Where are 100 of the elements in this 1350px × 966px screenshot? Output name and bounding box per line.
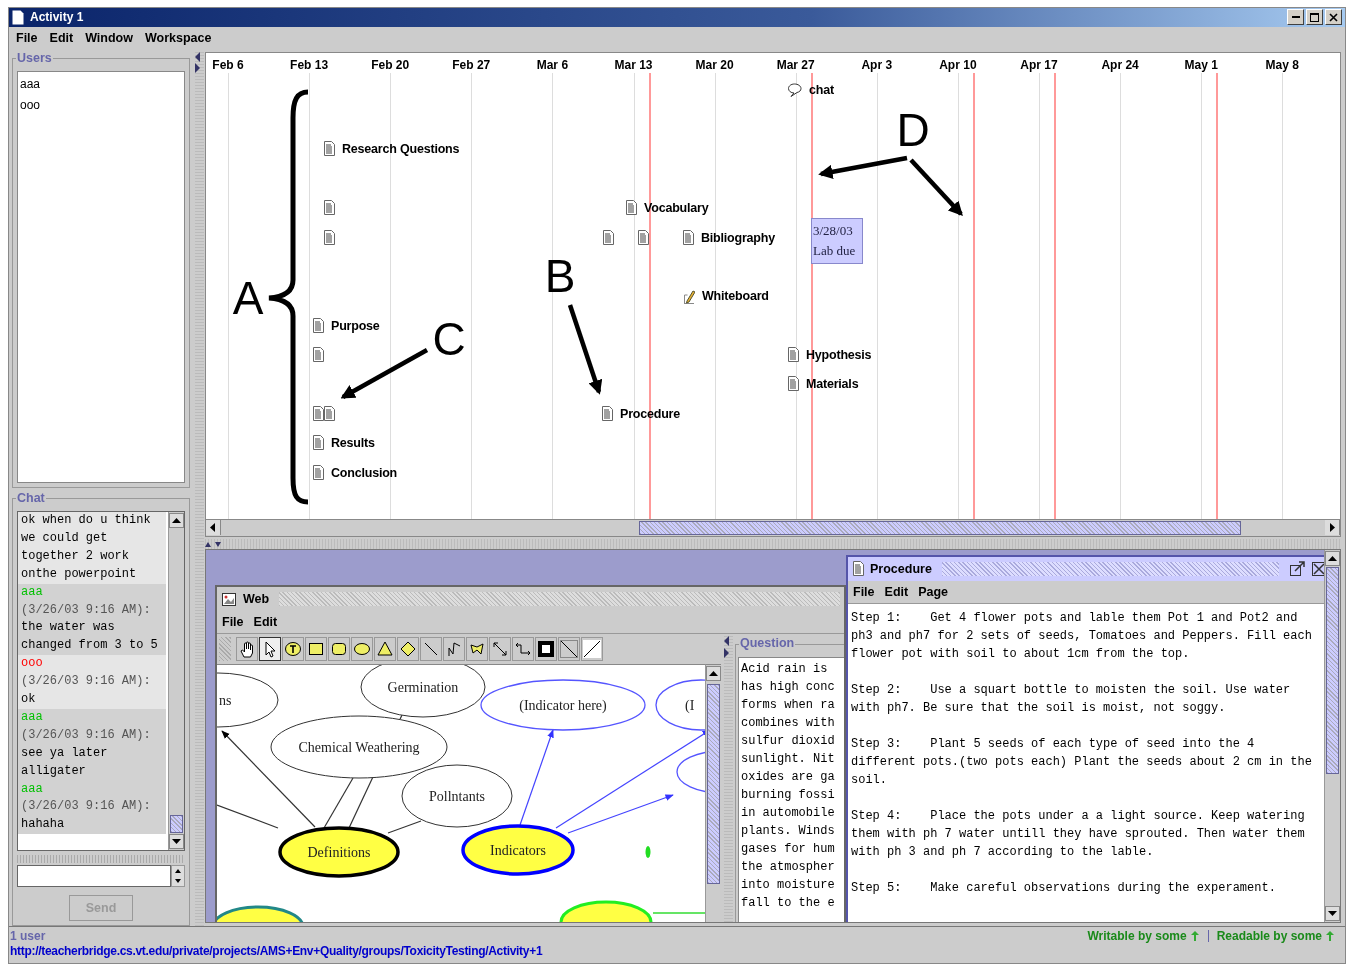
text-line: has high conc [741,678,836,696]
procedure-step: Step 3: Plant 5 seeds of each type of seed into the 4 different pots.(two pots each) Plant the seeds about 2 cm in the soil. [851,734,1323,789]
scroll-thumb[interactable] [1326,566,1339,774]
menu-item[interactable]: File [848,583,880,600]
date-label: Feb 13 [289,57,330,72]
document-icon[interactable] [312,435,324,451]
speech-bubble-icon[interactable] [787,82,802,97]
item-label[interactable]: Procedure [620,406,681,421]
menu-item[interactable]: Window [80,29,138,46]
document-icon[interactable] [787,376,799,392]
document-icon[interactable] [312,347,324,363]
document-icon[interactable] [637,230,649,246]
tool-button[interactable] [374,636,396,661]
triangle-icon [376,639,394,658]
menu-item[interactable]: Edit [44,29,79,46]
document-icon[interactable] [323,141,335,157]
menu-item[interactable]: Page [913,583,954,600]
minimize-button[interactable] [1287,9,1304,26]
expand-right-icon[interactable] [195,62,201,73]
item-label[interactable]: Hypothesis [806,347,872,362]
scroll-up-icon[interactable] [706,665,721,681]
tool-button[interactable] [581,636,603,661]
menu-item[interactable]: Edit [879,583,914,600]
scroll-thumb[interactable] [707,683,720,884]
document-icon[interactable] [625,200,637,216]
scroll-up-icon[interactable] [169,512,184,528]
item-label[interactable]: Vocabulary [644,200,709,215]
chat-username: ooo [21,655,44,673]
collapse-arrows-icon[interactable] [205,540,223,547]
tool-button[interactable] [397,636,419,661]
tool-button[interactable] [282,636,304,661]
document-icon[interactable] [323,230,335,246]
menu-item[interactable]: Edit [248,613,283,630]
document-icon[interactable] [312,406,324,422]
tool-button[interactable] [420,636,442,661]
scrollbar[interactable] [168,511,184,850]
procedure-step: Step 2: Use a squart bottle to moisten the soil. Use water with ph7. Be sure that the soil is moist, not soggy. [851,680,1323,717]
node-label: Chemical Weathering [298,739,420,755]
scroll-thumb[interactable] [639,520,1241,535]
document-icon[interactable] [602,230,614,246]
document-icon[interactable] [323,200,335,216]
menu-item[interactable]: File [217,613,249,630]
tool-button[interactable] [328,636,350,661]
scroll-down-icon[interactable] [169,833,184,849]
scroll-thumb[interactable] [170,814,183,833]
menu-item[interactable]: File [11,29,43,46]
document-icon[interactable] [323,406,335,422]
minimize-icon [1291,16,1300,19]
item-label[interactable]: Conclusion [331,465,398,480]
toolbar-grip[interactable] [219,636,231,661]
annotation-letter: C [432,312,466,365]
tool-button[interactable] [558,636,580,661]
date-label: Mar 6 [535,57,570,72]
spinner-icon[interactable] [171,864,185,887]
document-icon[interactable] [312,318,324,334]
expand-right-icon[interactable] [724,647,730,658]
item-label[interactable]: Materials [806,376,859,391]
tool-button[interactable] [466,636,488,661]
scroll-down-icon[interactable] [1325,906,1340,922]
thick-border-icon [537,639,555,658]
collapse-left-icon[interactable] [195,51,201,62]
maximize-button[interactable] [1306,9,1323,26]
document-icon[interactable] [601,406,613,422]
maximize-icon [1310,13,1319,22]
url-link[interactable]: http://teacherbridge.cs.vt.edu/private/projects/AMS+Env+Quality/groups/ToxicityTesting/Activity+1 [10,944,543,959]
close-icon[interactable] [1311,560,1325,577]
chat-username: aaa [21,708,44,726]
text-line: the atmospher [741,858,836,876]
tool-button[interactable] [305,636,327,661]
scroll-up-icon[interactable] [1325,550,1340,566]
document-icon[interactable] [682,230,694,246]
scrollbar[interactable] [1324,549,1340,923]
item-label[interactable]: Research Questions [342,141,460,156]
tool-button[interactable] [351,636,373,661]
panel-title: Users [16,50,53,65]
item-label[interactable]: Whiteboard [702,288,769,303]
scrollbar[interactable] [705,663,721,923]
menu-item[interactable]: Workspace [139,29,217,46]
user-item[interactable]: aaa [18,73,184,95]
diagonal-line-icon [560,639,578,658]
document-icon[interactable] [787,347,799,363]
document-icon[interactable] [312,465,324,481]
tool-button[interactable] [236,636,258,661]
date-label: Feb 20 [370,57,411,72]
tool-button[interactable] [259,636,281,661]
item-label[interactable]: Purpose [331,318,380,333]
item-label[interactable]: chat [809,82,834,97]
detach-icon[interactable] [1289,560,1305,577]
tool-button[interactable] [443,636,465,661]
item-label[interactable]: Bibliography [701,230,775,245]
close-button[interactable] [1325,9,1342,26]
user-item[interactable]: ooo [18,94,184,116]
collapse-left-icon[interactable] [724,635,730,646]
sticky-note[interactable]: 3/28/03 Lab due [811,217,863,264]
chat-message: hahaha [21,816,66,834]
date-label: Feb 6 [211,57,245,72]
item-label[interactable]: Results [331,435,375,450]
message-input[interactable] [17,864,171,887]
tool-button[interactable] [535,636,557,661]
tool-button[interactable] [489,636,511,661]
